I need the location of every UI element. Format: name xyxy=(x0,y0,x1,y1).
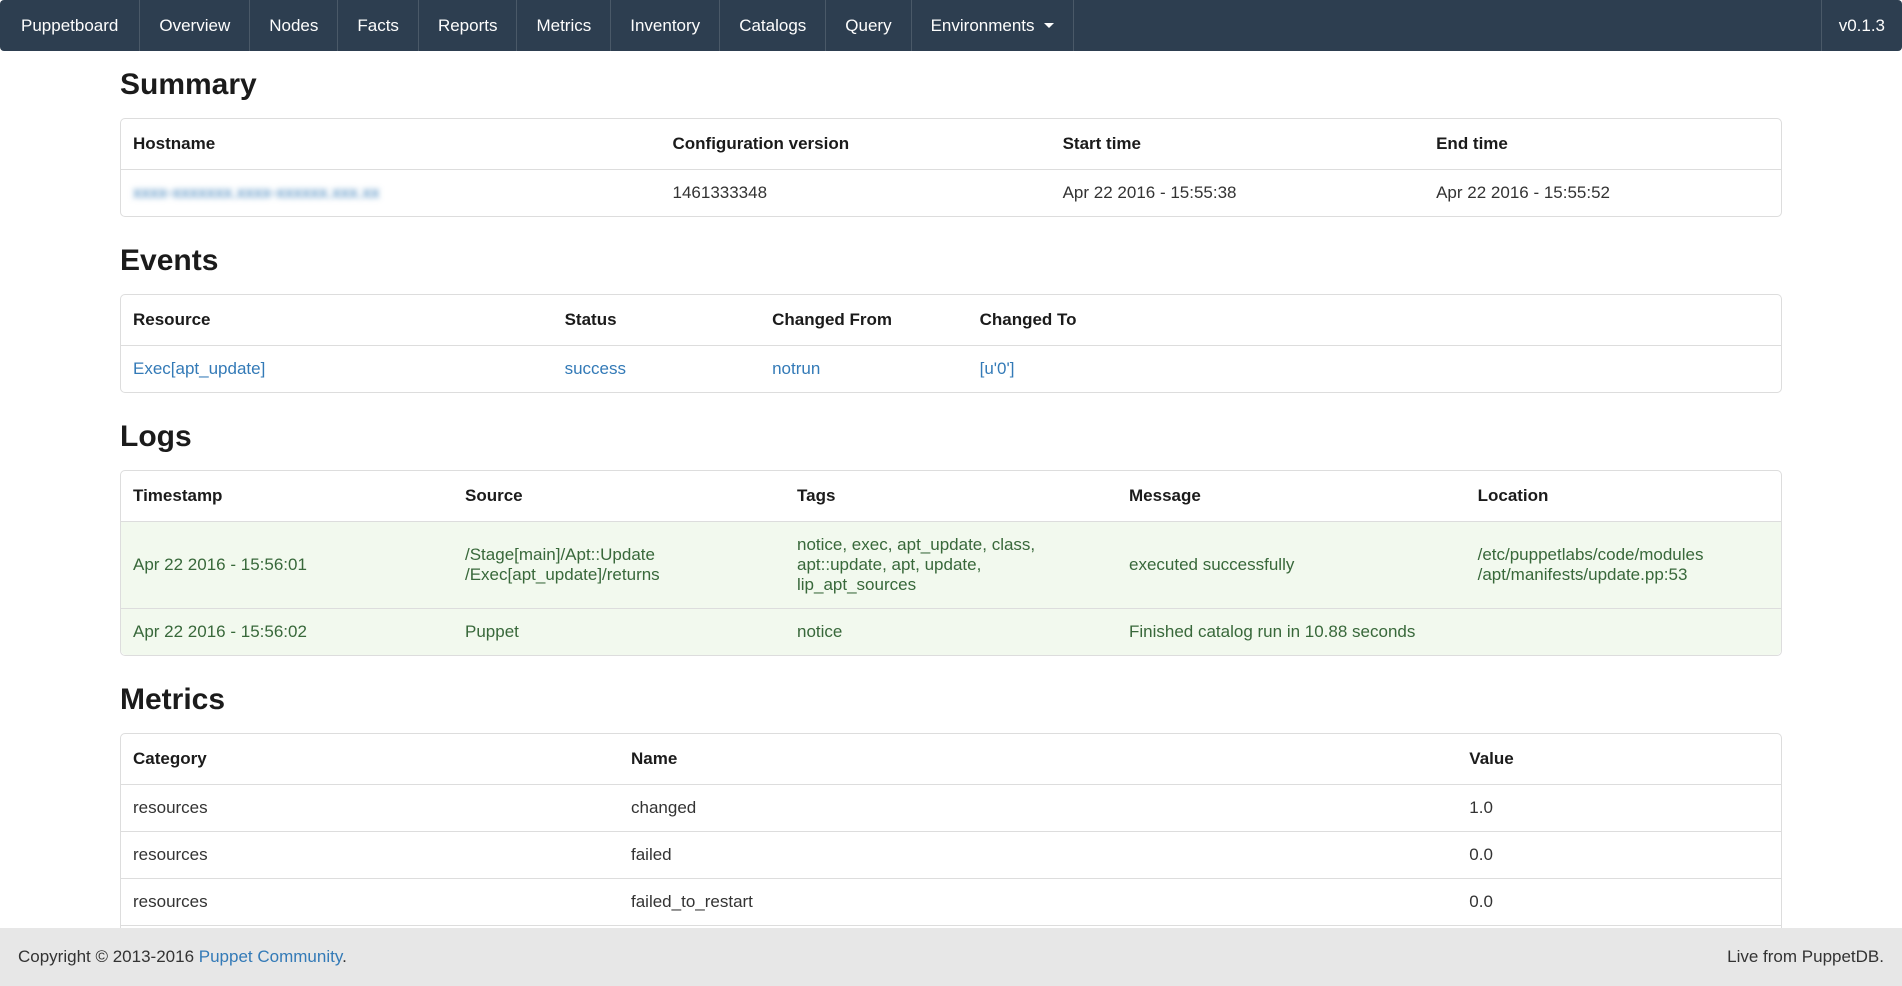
value-cell: 0.0 xyxy=(1457,878,1781,925)
logs-table: Timestamp Source Tags Message Location A… xyxy=(120,470,1782,656)
changed-from-link[interactable]: notrun xyxy=(772,359,820,378)
category-cell: resources xyxy=(121,831,619,878)
nav-item-facts[interactable]: Facts xyxy=(338,0,419,51)
metric-row: resources changed 1.0 xyxy=(121,784,1781,831)
column-header-category: Category xyxy=(121,734,619,784)
metric-row: resources failed 0.0 xyxy=(121,831,1781,878)
configuration-version-cell: 1461333348 xyxy=(661,169,1051,216)
nav-item-catalogs[interactable]: Catalogs xyxy=(720,0,826,51)
nav-dropdown-environments[interactable]: Environments xyxy=(912,0,1074,51)
start-time-cell: Apr 22 2016 - 15:55:38 xyxy=(1051,169,1425,216)
metrics-header-row: Category Name Value xyxy=(121,734,1781,784)
name-cell: changed xyxy=(619,784,1457,831)
column-header-source: Source xyxy=(453,471,785,521)
changed-from-cell: notrun xyxy=(760,345,968,392)
page: Puppetboard Overview Nodes Facts Reports… xyxy=(0,0,1902,986)
footer-live-status: Live from PuppetDB. xyxy=(1727,947,1884,967)
main-content: Summary Hostname Configuration version S… xyxy=(120,69,1782,960)
location-cell xyxy=(1466,608,1781,655)
name-cell: failed xyxy=(619,831,1457,878)
location-cell: /etc/puppetlabs/code/modules /apt/manife… xyxy=(1466,521,1781,608)
column-header-start-time: Start time xyxy=(1051,119,1425,169)
metrics-heading: Metrics xyxy=(120,684,1782,715)
nav-brand-puppetboard[interactable]: Puppetboard xyxy=(0,0,140,51)
message-cell: Finished catalog run in 10.88 seconds xyxy=(1117,608,1466,655)
column-header-end-time: End time xyxy=(1424,119,1781,169)
timestamp-cell: Apr 22 2016 - 15:56:02 xyxy=(121,608,453,655)
status-cell: success xyxy=(553,345,761,392)
summary-heading: Summary xyxy=(120,69,1782,100)
changed-to-link[interactable]: [u'0'] xyxy=(980,359,1015,378)
nav-item-metrics[interactable]: Metrics xyxy=(517,0,611,51)
message-cell: executed successfully xyxy=(1117,521,1466,608)
category-cell: resources xyxy=(121,878,619,925)
column-header-message: Message xyxy=(1117,471,1466,521)
nav-dropdown-environments-label: Environments xyxy=(931,16,1035,36)
changed-to-cell: [u'0'] xyxy=(968,345,1781,392)
events-heading: Events xyxy=(120,245,1782,276)
status-link[interactable]: success xyxy=(565,359,626,378)
summary-row: xxxx-xxxxxxx.xxxx-xxxxxx.xxx.xx 14613333… xyxy=(121,169,1781,216)
hostname-link-redacted[interactable]: xxxx-xxxxxxx.xxxx-xxxxxx.xxx.xx xyxy=(133,183,380,202)
resource-link[interactable]: Exec[apt_update] xyxy=(133,359,265,378)
events-table: Resource Status Changed From Changed To … xyxy=(120,294,1782,393)
column-header-resource: Resource xyxy=(121,295,553,345)
column-header-tags: Tags xyxy=(785,471,1117,521)
events-header-row: Resource Status Changed From Changed To xyxy=(121,295,1781,345)
caret-down-icon xyxy=(1044,23,1054,28)
column-header-location: Location xyxy=(1466,471,1781,521)
log-row: Apr 22 2016 - 15:56:01 /Stage[main]/Apt:… xyxy=(121,521,1781,608)
nav-item-reports[interactable]: Reports xyxy=(419,0,518,51)
nav-item-inventory[interactable]: Inventory xyxy=(611,0,720,51)
value-cell: 0.0 xyxy=(1457,831,1781,878)
column-header-status: Status xyxy=(553,295,761,345)
category-cell: resources xyxy=(121,784,619,831)
column-header-timestamp: Timestamp xyxy=(121,471,453,521)
metrics-table: Category Name Value resources changed 1.… xyxy=(120,733,1782,960)
name-cell: failed_to_restart xyxy=(619,878,1457,925)
metric-row: resources failed_to_restart 0.0 xyxy=(121,878,1781,925)
footer: Copyright © 2013-2016 Puppet Community. … xyxy=(0,928,1902,986)
resource-cell: Exec[apt_update] xyxy=(121,345,553,392)
column-header-changed-from: Changed From xyxy=(760,295,968,345)
source-cell: Puppet xyxy=(453,608,785,655)
column-header-name: Name xyxy=(619,734,1457,784)
nav-item-nodes[interactable]: Nodes xyxy=(250,0,338,51)
tags-cell: notice xyxy=(785,608,1117,655)
summary-table: Hostname Configuration version Start tim… xyxy=(120,118,1782,217)
log-row: Apr 22 2016 - 15:56:02 Puppet notice Fin… xyxy=(121,608,1781,655)
tags-cell: notice, exec, apt_update, class, apt::up… xyxy=(785,521,1117,608)
column-header-configuration-version: Configuration version xyxy=(661,119,1051,169)
column-header-value: Value xyxy=(1457,734,1781,784)
version-badge: v0.1.3 xyxy=(1821,0,1902,51)
nav-item-overview[interactable]: Overview xyxy=(140,0,250,51)
column-header-hostname: Hostname xyxy=(121,119,661,169)
copyright-period: . xyxy=(342,947,347,966)
logs-heading: Logs xyxy=(120,421,1782,452)
summary-header-row: Hostname Configuration version Start tim… xyxy=(121,119,1781,169)
hostname-cell: xxxx-xxxxxxx.xxxx-xxxxxx.xxx.xx xyxy=(121,169,661,216)
nav-item-query[interactable]: Query xyxy=(826,0,911,51)
column-header-changed-to: Changed To xyxy=(968,295,1781,345)
value-cell: 1.0 xyxy=(1457,784,1781,831)
navbar-spacer xyxy=(1074,0,1821,51)
source-cell: /Stage[main]/Apt::Update /Exec[apt_updat… xyxy=(453,521,785,608)
event-row: Exec[apt_update] success notrun [u'0'] xyxy=(121,345,1781,392)
footer-copyright: Copyright © 2013-2016 Puppet Community. xyxy=(18,947,347,967)
timestamp-cell: Apr 22 2016 - 15:56:01 xyxy=(121,521,453,608)
puppet-community-link[interactable]: Puppet Community xyxy=(199,947,342,966)
end-time-cell: Apr 22 2016 - 15:55:52 xyxy=(1424,169,1781,216)
navbar: Puppetboard Overview Nodes Facts Reports… xyxy=(0,0,1902,51)
logs-header-row: Timestamp Source Tags Message Location xyxy=(121,471,1781,521)
copyright-text: Copyright © 2013-2016 xyxy=(18,947,199,966)
